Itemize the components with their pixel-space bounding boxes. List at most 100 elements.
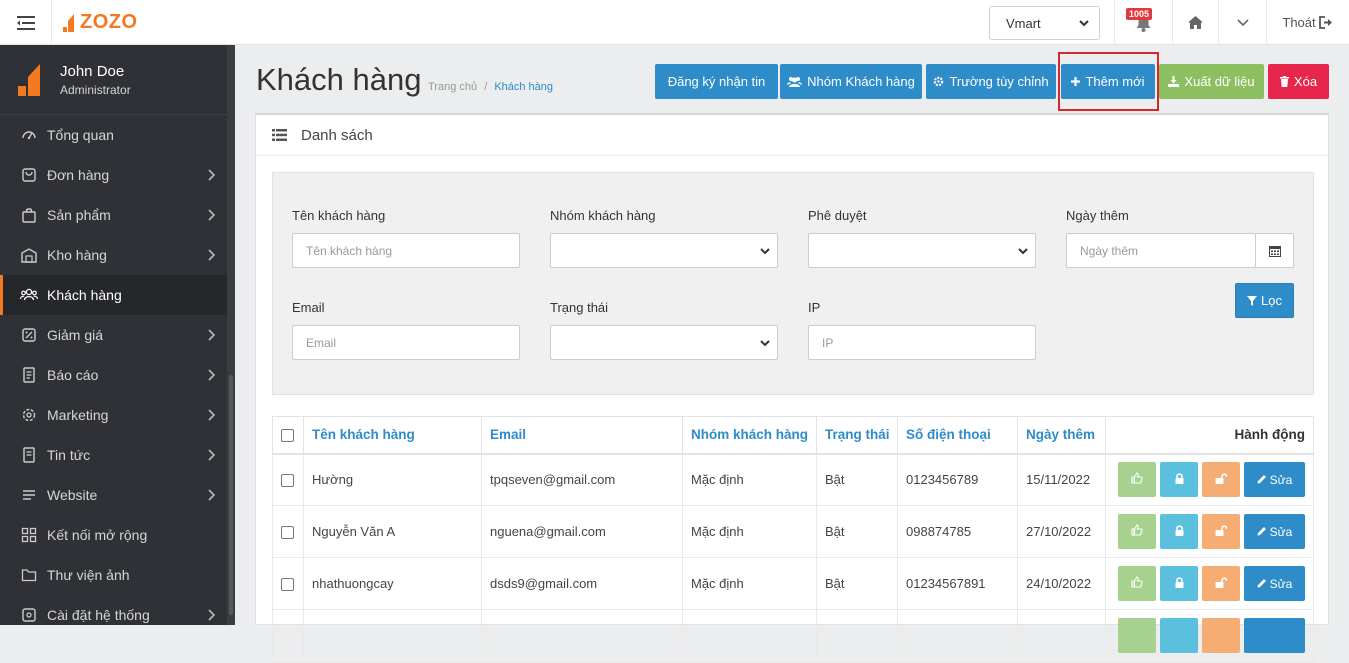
row-checkbox[interactable] (281, 578, 294, 592)
customer-status: Bật (816, 557, 898, 610)
sidebar-scrollbar[interactable] (227, 45, 235, 625)
ip-filter-input[interactable]: IP (808, 325, 1036, 360)
menu-toggle-button[interactable] (0, 0, 52, 45)
chevron-right-icon (207, 448, 216, 464)
breadcrumb-home[interactable]: Trang chủ (428, 81, 477, 93)
folder-icon (20, 566, 38, 584)
table-row[interactable]: Nguyễn Văn Anguena@gmail.com Mặc định Bật 0… (272, 505, 1314, 558)
sidebar-item-label: Khách hàng (47, 287, 122, 303)
edit-button[interactable]: Sửa (1244, 462, 1305, 498)
logout-button[interactable]: Thoát (1266, 0, 1349, 45)
row-select-cell (272, 557, 304, 610)
hamburger-icon (16, 15, 35, 30)
sidebar-item-label: Sản phẩm (47, 207, 111, 223)
customer-group: Mặc định (682, 505, 817, 558)
row-checkbox[interactable] (281, 526, 294, 540)
subscribe-button[interactable]: Đăng ký nhận tin (655, 64, 778, 99)
user-dropdown-button[interactable] (1218, 0, 1266, 45)
unlock-button[interactable] (1202, 514, 1240, 549)
order-icon (20, 166, 38, 184)
sidebar-item-label: Kết nối mở rộng (47, 527, 148, 543)
col-header-email[interactable]: Email (481, 416, 683, 455)
chevron-down-icon (1079, 20, 1089, 27)
table-header-row: Tên khách hàng Email Nhóm khách hàng Trạ… (272, 416, 1314, 455)
store-select[interactable]: Vmart (989, 6, 1100, 40)
sidebar-item-label: Marketing (47, 407, 109, 423)
col-header-date[interactable]: Ngày thêm (1017, 416, 1106, 455)
approval-filter-select[interactable] (808, 233, 1036, 268)
sidebar-item-6[interactable]: Báo cáo (0, 355, 227, 395)
email-filter-input[interactable]: Email (292, 325, 520, 360)
sidebar-item-12[interactable]: Cài đặt hệ thống (0, 595, 227, 635)
logo[interactable]: ZOZO (61, 11, 138, 34)
edit-button[interactable]: Sửa (1244, 514, 1305, 549)
user-profile: John Doe Administrator (0, 45, 235, 115)
customer-groups-button[interactable]: Nhóm Khách hàng (780, 64, 922, 99)
sidebar-item-0[interactable]: Tổng quan (0, 115, 227, 155)
sidebar-item-9[interactable]: Website (0, 475, 227, 515)
filter-button[interactable]: Lọc (1235, 283, 1294, 318)
approve-button[interactable] (1118, 514, 1156, 549)
row-select-cell (272, 453, 304, 506)
sidebar-item-7[interactable]: Marketing (0, 395, 227, 435)
lock-icon (1175, 524, 1184, 539)
logout-icon (1318, 16, 1332, 29)
table-row[interactable]: Hường tpqseven@gmail.com Mặc định Bật 012345… (272, 453, 1314, 506)
lock-button[interactable] (1160, 618, 1198, 653)
delete-button[interactable]: Xóa (1268, 64, 1329, 99)
name-filter-input[interactable]: Tên khách hàng (292, 233, 520, 268)
calendar-button[interactable] (1255, 233, 1294, 268)
sidebar-item-10[interactable]: Kết nối mở rộng (0, 515, 227, 555)
sidebar-item-5[interactable]: Giảm giá (0, 315, 227, 355)
group-filter-select[interactable] (550, 233, 778, 268)
col-header-group[interactable]: Nhóm khách hàng (682, 416, 817, 455)
sidebar-item-2[interactable]: Sản phẩm (0, 195, 227, 235)
unlock-icon (1215, 576, 1228, 591)
approve-button[interactable] (1118, 566, 1156, 601)
col-header-name[interactable]: Tên khách hàng (303, 416, 482, 455)
scrollbar-thumb[interactable] (229, 375, 233, 615)
select-all-cell (272, 416, 304, 455)
col-header-phone[interactable]: Số điện thoại (897, 416, 1018, 455)
edit-button[interactable] (1244, 618, 1305, 653)
lock-button[interactable] (1160, 514, 1198, 549)
home-button[interactable] (1172, 0, 1218, 45)
row-select-cell (272, 609, 304, 663)
news-icon (20, 446, 38, 464)
chevron-right-icon (207, 608, 216, 624)
panel-title: Danh sách (301, 126, 373, 144)
custom-fields-button[interactable]: Trường tùy chỉnh (926, 64, 1056, 99)
sidebar-item-label: Giảm giá (47, 327, 104, 343)
lock-button[interactable] (1160, 462, 1198, 498)
unlock-button[interactable] (1202, 566, 1240, 601)
unlock-button[interactable] (1202, 462, 1240, 498)
date-filter-input[interactable]: Ngày thêm (1066, 233, 1256, 268)
notifications-button[interactable] (1114, 0, 1172, 45)
sidebar-item-11[interactable]: Thư viện ảnh (0, 555, 227, 595)
unlock-button[interactable] (1202, 618, 1240, 653)
col-header-status[interactable]: Trạng thái (816, 416, 898, 455)
edit-button[interactable]: Sửa (1244, 566, 1305, 601)
ip-filter-placeholder: IP (822, 335, 834, 350)
lock-button[interactable] (1160, 566, 1198, 601)
chevron-right-icon (207, 208, 216, 224)
table-row[interactable] (272, 609, 1314, 663)
sidebar-item-label: Đơn hàng (47, 167, 110, 183)
sidebar-item-1[interactable]: Đơn hàng (0, 155, 227, 195)
select-all-checkbox[interactable] (281, 429, 294, 443)
table-row[interactable]: nhathuongcay dsds9@gmail.com Mặc định Bật 01… (272, 557, 1314, 610)
status-filter-select[interactable] (550, 325, 778, 360)
name-filter-label: Tên khách hàng (292, 208, 386, 223)
approve-button[interactable] (1118, 618, 1156, 653)
breadcrumb-current[interactable]: Khách hàng (494, 81, 553, 93)
sidebar-item-8[interactable]: Tin tức (0, 435, 227, 475)
logo-text: ZOZO (80, 11, 138, 33)
date-filter-placeholder: Ngày thêm (1080, 243, 1139, 258)
row-checkbox[interactable] (281, 474, 294, 488)
approve-button[interactable] (1118, 462, 1156, 498)
unlock-icon (1215, 524, 1228, 539)
sidebar-item-4[interactable]: Khách hàng (0, 275, 227, 315)
export-button[interactable]: Xuất dữ liệu (1159, 64, 1264, 99)
download-icon (1168, 76, 1180, 87)
sidebar-item-3[interactable]: Kho hàng (0, 235, 227, 275)
